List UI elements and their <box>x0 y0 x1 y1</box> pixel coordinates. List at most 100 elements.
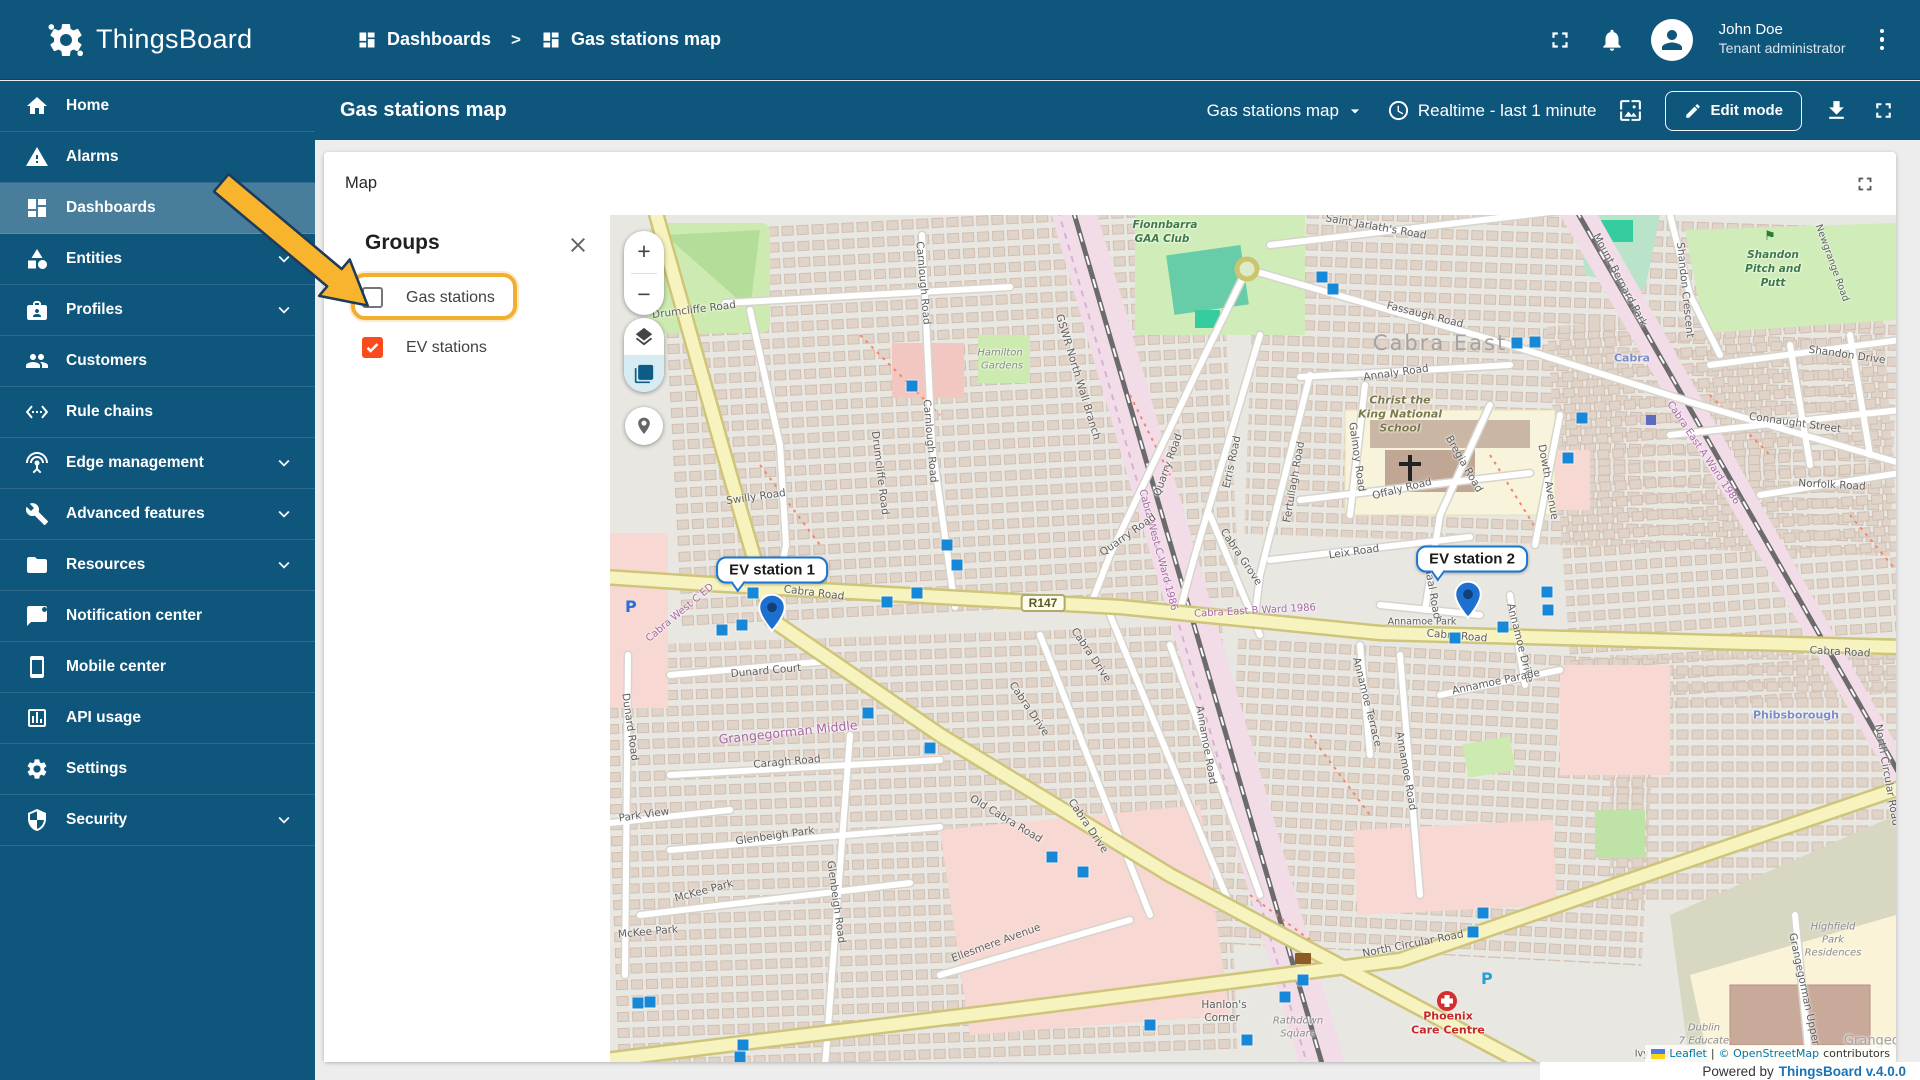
layers-icon[interactable] <box>624 318 664 355</box>
close-icon[interactable] <box>566 233 590 257</box>
map-device-marker[interactable] <box>1279 991 1291 1003</box>
sidebar-item-icon <box>25 502 49 526</box>
checkbox-unchecked[interactable] <box>362 287 383 308</box>
sidebar-item-security[interactable]: Security <box>0 795 315 846</box>
map-device-marker[interactable] <box>644 996 656 1008</box>
locate-me-button[interactable] <box>625 407 663 445</box>
map-device-marker[interactable] <box>911 587 923 599</box>
user-avatar[interactable] <box>1650 18 1693 61</box>
map-device-marker[interactable] <box>1316 271 1328 283</box>
notifications-bell-button[interactable] <box>1599 27 1625 53</box>
sidebar-item-icon <box>25 349 49 373</box>
map-label: Hamilton <box>977 347 1023 359</box>
sidebar-item-entities[interactable]: Entities <box>0 234 315 285</box>
sidebar-item-customers[interactable]: Customers <box>0 336 315 387</box>
zoom-in-button[interactable]: + <box>624 231 664 273</box>
breadcrumb-dashboards[interactable]: Dashboards <box>357 29 491 50</box>
thingsboard-version-link[interactable]: ThingsBoard v.4.0.0 <box>1779 1064 1906 1079</box>
map-device-marker[interactable] <box>862 707 874 719</box>
map-label: Hanlon's <box>1201 999 1247 1011</box>
sidebar-item-label: Rule chains <box>66 403 153 420</box>
map-device-marker[interactable] <box>1297 974 1309 986</box>
sidebar-item-label: Mobile center <box>66 658 166 675</box>
tooltip-ev-station-2[interactable]: EV station 2 <box>1416 545 1528 573</box>
map-device-marker[interactable] <box>1576 412 1588 424</box>
sidebar-item-notification-center[interactable]: Notification center <box>0 591 315 642</box>
dashboard-image-button[interactable] <box>1618 98 1643 123</box>
map-device-marker[interactable] <box>1542 604 1554 616</box>
marker-ev-station-1[interactable] <box>755 593 789 633</box>
map-device-marker[interactable] <box>906 380 918 392</box>
sidebar-item-dashboards[interactable]: Dashboards <box>0 183 315 234</box>
map-device-marker[interactable] <box>1477 907 1489 919</box>
map-device-marker[interactable] <box>951 559 963 571</box>
dashboard-title: Gas stations map <box>340 99 507 121</box>
layers-control <box>624 318 664 392</box>
sidebar-item-edge-management[interactable]: Edge management <box>0 438 315 489</box>
sidebar-item-advanced-features[interactable]: Advanced features <box>0 489 315 540</box>
map-widget: Map Groups Gas stations EV stations P P … <box>324 152 1896 1062</box>
map-device-marker[interactable] <box>1144 1019 1156 1031</box>
map-device-marker[interactable] <box>737 1039 749 1051</box>
map-device-marker[interactable] <box>1529 336 1541 348</box>
checkbox-checked[interactable] <box>362 337 383 358</box>
map-label: Phibsborough <box>1752 708 1840 722</box>
map-device-marker[interactable] <box>734 1051 746 1062</box>
map-device-marker[interactable] <box>1511 337 1523 349</box>
map-device-marker[interactable] <box>1497 621 1509 633</box>
breadcrumb-separator: > <box>511 29 521 49</box>
tooltip-ev-station-1[interactable]: EV station 1 <box>716 556 828 584</box>
more-menu-button[interactable] <box>1872 25 1893 55</box>
group-checkbox-gas-stations[interactable]: Gas stations <box>362 287 495 308</box>
map-device-marker[interactable] <box>1077 866 1089 878</box>
toolbar-fullscreen-button[interactable] <box>1871 98 1896 123</box>
map-device-marker[interactable] <box>632 997 644 1009</box>
sidebar-item-profiles[interactable]: Profiles <box>0 285 315 336</box>
fullscreen-button[interactable] <box>1547 27 1573 53</box>
route-shield: R147 <box>1020 594 1066 612</box>
marker-ev-station-2[interactable] <box>1451 580 1485 620</box>
dashboard-state-selector[interactable]: Gas stations map <box>1207 101 1365 121</box>
map-device-marker[interactable] <box>1449 632 1461 644</box>
map-device-marker[interactable] <box>941 539 953 551</box>
map-label: Cabra East <box>1372 331 1508 355</box>
sidebar-item-settings[interactable]: Settings <box>0 744 315 795</box>
map-device-marker[interactable] <box>1467 926 1479 938</box>
map-device-marker[interactable] <box>1046 851 1058 863</box>
sidebar-item-icon <box>25 655 49 679</box>
sidebar-item-icon <box>25 247 49 271</box>
user-info[interactable]: John Doe Tenant administrator <box>1719 21 1846 57</box>
map-device-marker[interactable] <box>1541 586 1553 598</box>
map-device-marker[interactable] <box>924 742 936 754</box>
zoom-out-button[interactable]: − <box>624 274 664 316</box>
timewindow-button[interactable]: Realtime - last 1 minute <box>1387 99 1596 122</box>
map-device-marker[interactable] <box>716 624 728 636</box>
group-checkbox-ev-stations[interactable]: EV stations <box>362 337 487 358</box>
map-device-marker[interactable] <box>1327 283 1339 295</box>
osm-link[interactable]: © OpenStreetMap <box>1719 1047 1820 1060</box>
edit-mode-button[interactable]: Edit mode <box>1665 90 1802 131</box>
map-device-marker[interactable] <box>1241 1034 1253 1046</box>
leaflet-link[interactable]: Leaflet <box>1669 1047 1706 1060</box>
map-label: Residences <box>1804 947 1862 959</box>
map-label: Care Centre <box>1411 1023 1485 1037</box>
map-label: King National <box>1357 407 1443 421</box>
dashboard-toolbar: Gas stations map Gas stations map Realti… <box>315 81 1920 140</box>
download-button[interactable] <box>1824 98 1849 123</box>
map-label: Phoenix <box>1423 1009 1473 1023</box>
map-label: Square <box>1280 1028 1316 1040</box>
thingsboard-logo[interactable]: ThingsBoard <box>0 20 315 60</box>
map-device-marker[interactable] <box>881 596 893 608</box>
map-device-marker[interactable] <box>1562 452 1574 464</box>
map-device-marker[interactable] <box>736 619 748 631</box>
breadcrumb-current[interactable]: Gas stations map <box>541 29 721 50</box>
sidebar-item-api-usage[interactable]: API usage <box>0 693 315 744</box>
sidebar-item-rule-chains[interactable]: Rule chains <box>0 387 315 438</box>
sidebar-item-home[interactable]: Home <box>0 81 315 132</box>
sidebar-item-resources[interactable]: Resources <box>0 540 315 591</box>
sidebar-item-mobile-center[interactable]: Mobile center <box>0 642 315 693</box>
leaflet-map[interactable]: P P ⚑ Saint Jarlath's Road Fassaugh Road C… <box>610 215 1896 1062</box>
sidebar-item-alarms[interactable]: Alarms <box>0 132 315 183</box>
map-label: Rathdown <box>1272 1015 1324 1027</box>
widget-fullscreen-button[interactable] <box>1854 173 1876 195</box>
